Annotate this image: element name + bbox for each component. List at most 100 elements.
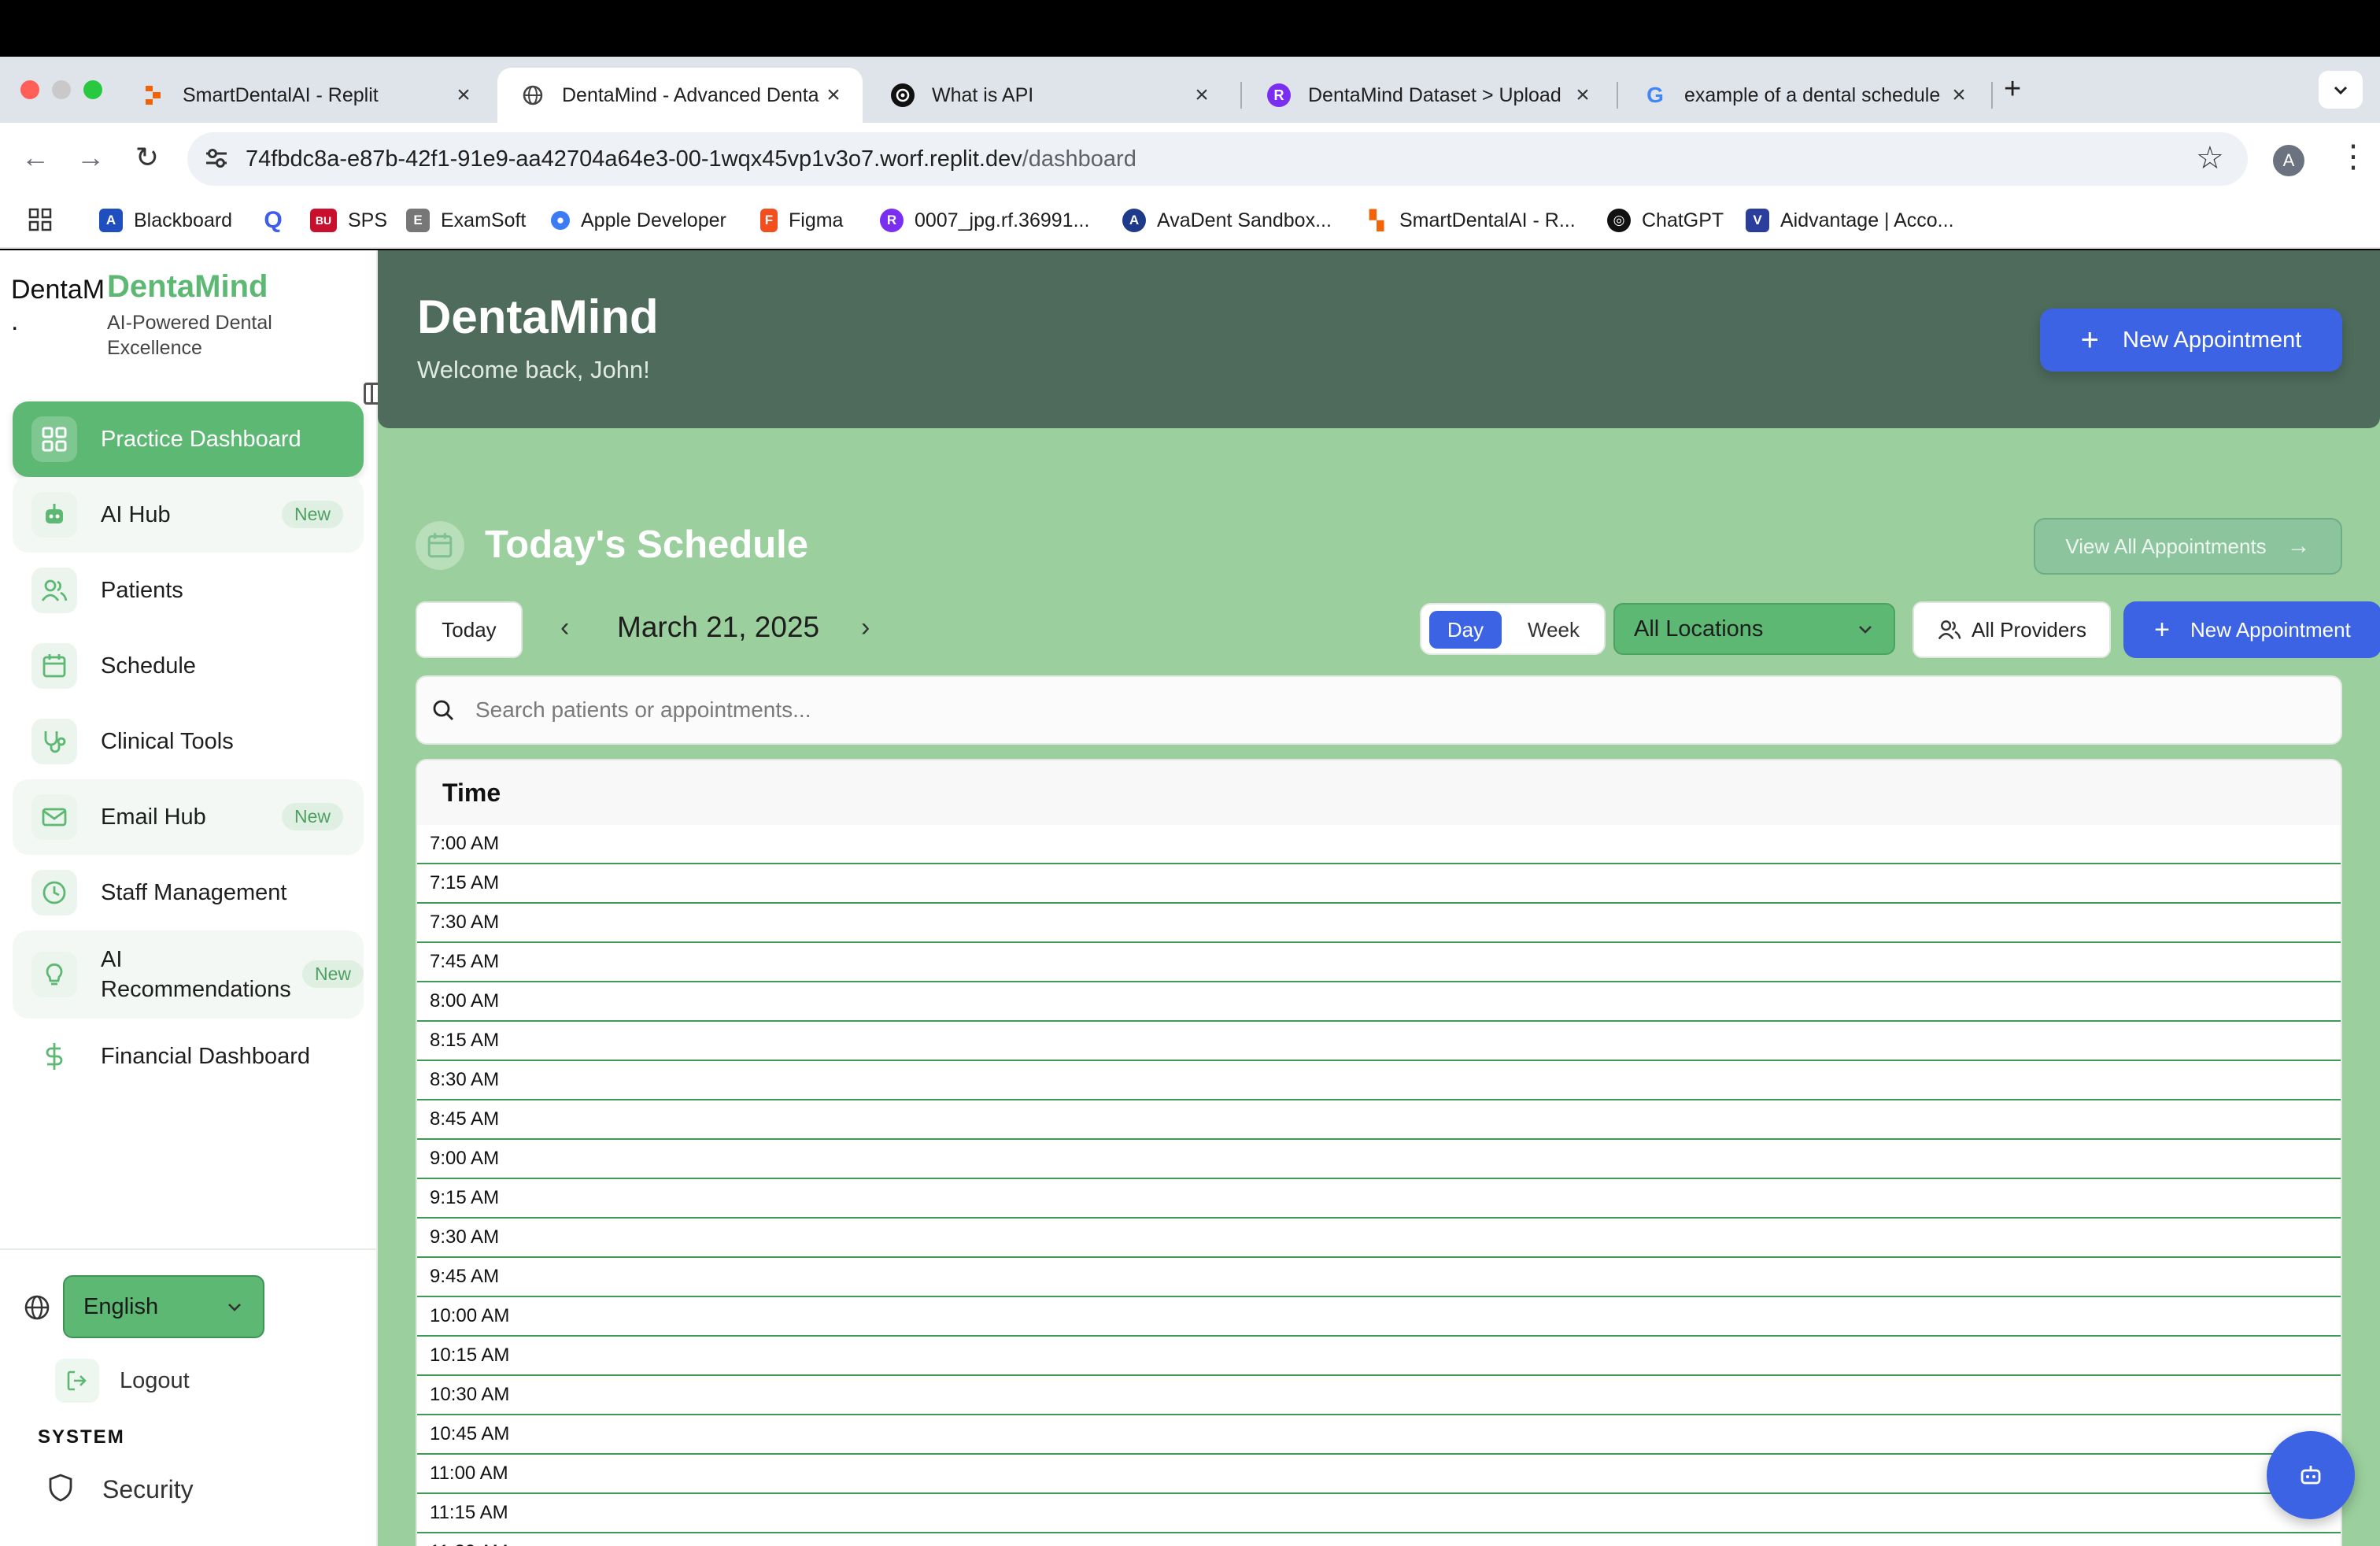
search-input[interactable] <box>475 697 2286 723</box>
time-slot-row[interactable]: 8:15 AM <box>417 1022 2341 1061</box>
bookmark-chatgpt[interactable]: ◎ ChatGPT <box>1607 203 1724 238</box>
browser-tab[interactable]: What is API × <box>867 68 1231 123</box>
new-badge: New <box>281 803 343 830</box>
close-icon[interactable]: × <box>1569 82 1596 109</box>
view-day-button[interactable]: Day <box>1429 611 1502 649</box>
site-settings-icon[interactable] <box>203 145 230 176</box>
url-text[interactable]: 74fbdc8a-e87b-42f1-91e9-aa42704a64e3-00-… <box>246 145 1136 173</box>
time-slot-row[interactable]: 10:30 AM <box>417 1376 2341 1415</box>
time-slot-row[interactable]: 8:45 AM <box>417 1100 2341 1140</box>
bookmark-avadent[interactable]: A AvaDent Sandbox... <box>1122 203 1332 238</box>
tab-search-button[interactable] <box>2319 71 2363 109</box>
sidebar-item-staff-management[interactable]: Staff Management <box>13 855 364 930</box>
time-slot-row[interactable]: 10:15 AM <box>417 1337 2341 1376</box>
time-slot-row[interactable]: 7:30 AM <box>417 904 2341 943</box>
time-slot-row[interactable]: 7:45 AM <box>417 943 2341 982</box>
time-slot-row[interactable]: 10:00 AM <box>417 1297 2341 1337</box>
close-icon[interactable]: × <box>1188 82 1215 109</box>
view-week-button[interactable]: Week <box>1514 611 1593 649</box>
logo-alt-text: DentaM <box>11 275 105 305</box>
bookmark-roboflow[interactable]: R 0007_jpg.rf.36991... <box>880 203 1089 238</box>
url-path: /dashboard <box>1022 146 1136 172</box>
reload-button[interactable]: ↻ <box>128 139 167 176</box>
bookmark-smartdentalai[interactable]: ▚ SmartDentalAI - R... <box>1365 203 1576 238</box>
roboflow-icon: R <box>880 209 904 232</box>
plus-icon: + <box>2154 615 2171 645</box>
time-slot-label: 7:45 AM <box>430 951 500 972</box>
new-appointment-button[interactable]: + New Appointment <box>2040 309 2342 372</box>
sidebar-item-financial-dashboard[interactable]: Financial Dashboard <box>13 1019 364 1094</box>
sidebar-item-security[interactable]: Security <box>47 1466 194 1513</box>
sidebar-item-practice-dashboard[interactable]: Practice Dashboard <box>13 401 364 477</box>
bookmark-blackboard[interactable]: A Blackboard <box>99 203 232 238</box>
today-button[interactable]: Today <box>416 601 523 658</box>
time-slot-row[interactable]: 11:15 AM <box>417 1494 2341 1533</box>
time-slot-label: 11:00 AM <box>430 1463 508 1484</box>
time-slot-row[interactable]: 8:00 AM <box>417 982 2341 1022</box>
language-select[interactable]: English <box>63 1275 264 1338</box>
window-close-button[interactable] <box>20 80 39 99</box>
tab-label: DentaMind - Advanced Denta <box>562 83 819 106</box>
chevron-left-icon[interactable]: ‹ <box>560 612 569 643</box>
profile-avatar[interactable]: A <box>2273 145 2304 176</box>
bookmark-label: 0007_jpg.rf.36991... <box>915 209 1090 231</box>
forward-button[interactable]: → <box>71 139 110 176</box>
bookmark-apple-developer[interactable]: ● Apple Developer <box>551 203 726 238</box>
time-slot-label: 11:30 AM <box>430 1541 508 1546</box>
view-all-label: View All Appointments <box>2065 534 2267 558</box>
close-icon[interactable]: × <box>450 82 477 109</box>
time-slot-row[interactable]: 9:45 AM <box>417 1258 2341 1297</box>
time-slot-row[interactable]: 11:00 AM <box>417 1455 2341 1494</box>
browser-menu-icon[interactable]: ⋮ <box>2338 139 2369 175</box>
bookmark-figma[interactable]: F Figma <box>760 203 843 238</box>
time-slot-label: 7:30 AM <box>430 912 500 933</box>
logout-button[interactable]: Logout <box>55 1357 190 1404</box>
apps-grid-icon[interactable] <box>28 208 52 235</box>
tab-label: What is API <box>932 83 1034 106</box>
window-zoom-button[interactable] <box>83 80 102 99</box>
chevron-right-icon[interactable]: › <box>861 612 870 643</box>
calendar-icon <box>416 521 464 570</box>
bookmark-q[interactable]: Q <box>261 203 296 238</box>
bookmark-aidvantage[interactable]: V Aidvantage | Acco... <box>1746 203 1954 238</box>
ai-assistant-button[interactable] <box>2267 1431 2355 1519</box>
schedule-title: Today's Schedule <box>485 523 809 566</box>
time-slot-row[interactable]: 9:00 AM <box>417 1140 2341 1179</box>
sidebar-item-patients[interactable]: Patients <box>13 553 364 628</box>
close-icon[interactable]: × <box>820 82 847 109</box>
view-all-appointments-button[interactable]: View All Appointments → <box>2034 518 2342 575</box>
location-select[interactable]: All Locations <box>1613 603 1895 655</box>
bookmark-examsoft[interactable]: E ExamSoft <box>406 203 526 238</box>
bookmark-sps[interactable]: BU SPS <box>310 203 387 238</box>
time-slot-row[interactable]: 9:30 AM <box>417 1219 2341 1258</box>
window-minimize-button[interactable] <box>52 80 71 99</box>
new-appointment-button-secondary[interactable]: + New Appointment <box>2123 601 2380 658</box>
sidebar-item-ai-hub[interactable]: AI Hub New <box>13 477 364 553</box>
providers-filter-button[interactable]: All Providers <box>1913 601 2111 658</box>
schedule-table: Time 7:00 AM 7:15 AM 7:30 AM 7:45 AM 8:00 AM… <box>416 759 2342 1546</box>
sidebar-item-ai-recommendations[interactable]: AI Recommendations New <box>13 930 364 1019</box>
time-slot-label: 8:30 AM <box>430 1069 500 1090</box>
back-button[interactable]: ← <box>16 139 55 176</box>
time-slot-row[interactable]: 7:00 AM <box>417 825 2341 864</box>
globe-icon <box>521 83 545 107</box>
sidebar-item-clinical-tools[interactable]: Clinical Tools <box>13 704 364 779</box>
chevron-down-icon <box>2334 86 2348 95</box>
sidebar-item-schedule[interactable]: Schedule <box>13 628 364 704</box>
bookmark-star-icon[interactable]: ☆ <box>2196 140 2224 176</box>
time-slot-row[interactable]: 9:15 AM <box>417 1179 2341 1219</box>
sidebar-item-email-hub[interactable]: Email Hub New <box>13 779 364 855</box>
browser-tab-active[interactable]: DentaMind - Advanced Denta × <box>497 68 863 123</box>
browser-tab[interactable]: G example of a dental schedule × <box>1620 68 1988 123</box>
time-slot-row[interactable]: 11:30 AM <box>417 1533 2341 1546</box>
roboflow-icon: R <box>1267 83 1291 107</box>
browser-tab[interactable]: R DentaMind Dataset > Upload × <box>1244 68 1612 123</box>
browser-tab[interactable]: SmartDentalAI - Replit × <box>118 68 493 123</box>
new-tab-button[interactable]: + <box>2004 72 2021 106</box>
close-icon[interactable]: × <box>1946 82 1972 109</box>
avadent-icon: A <box>1122 209 1146 232</box>
time-slot-row[interactable]: 10:45 AM <box>417 1415 2341 1455</box>
time-slot-row[interactable]: 8:30 AM <box>417 1061 2341 1100</box>
bookmark-label: Aidvantage | Acco... <box>1780 209 1954 231</box>
time-slot-row[interactable]: 7:15 AM <box>417 864 2341 904</box>
